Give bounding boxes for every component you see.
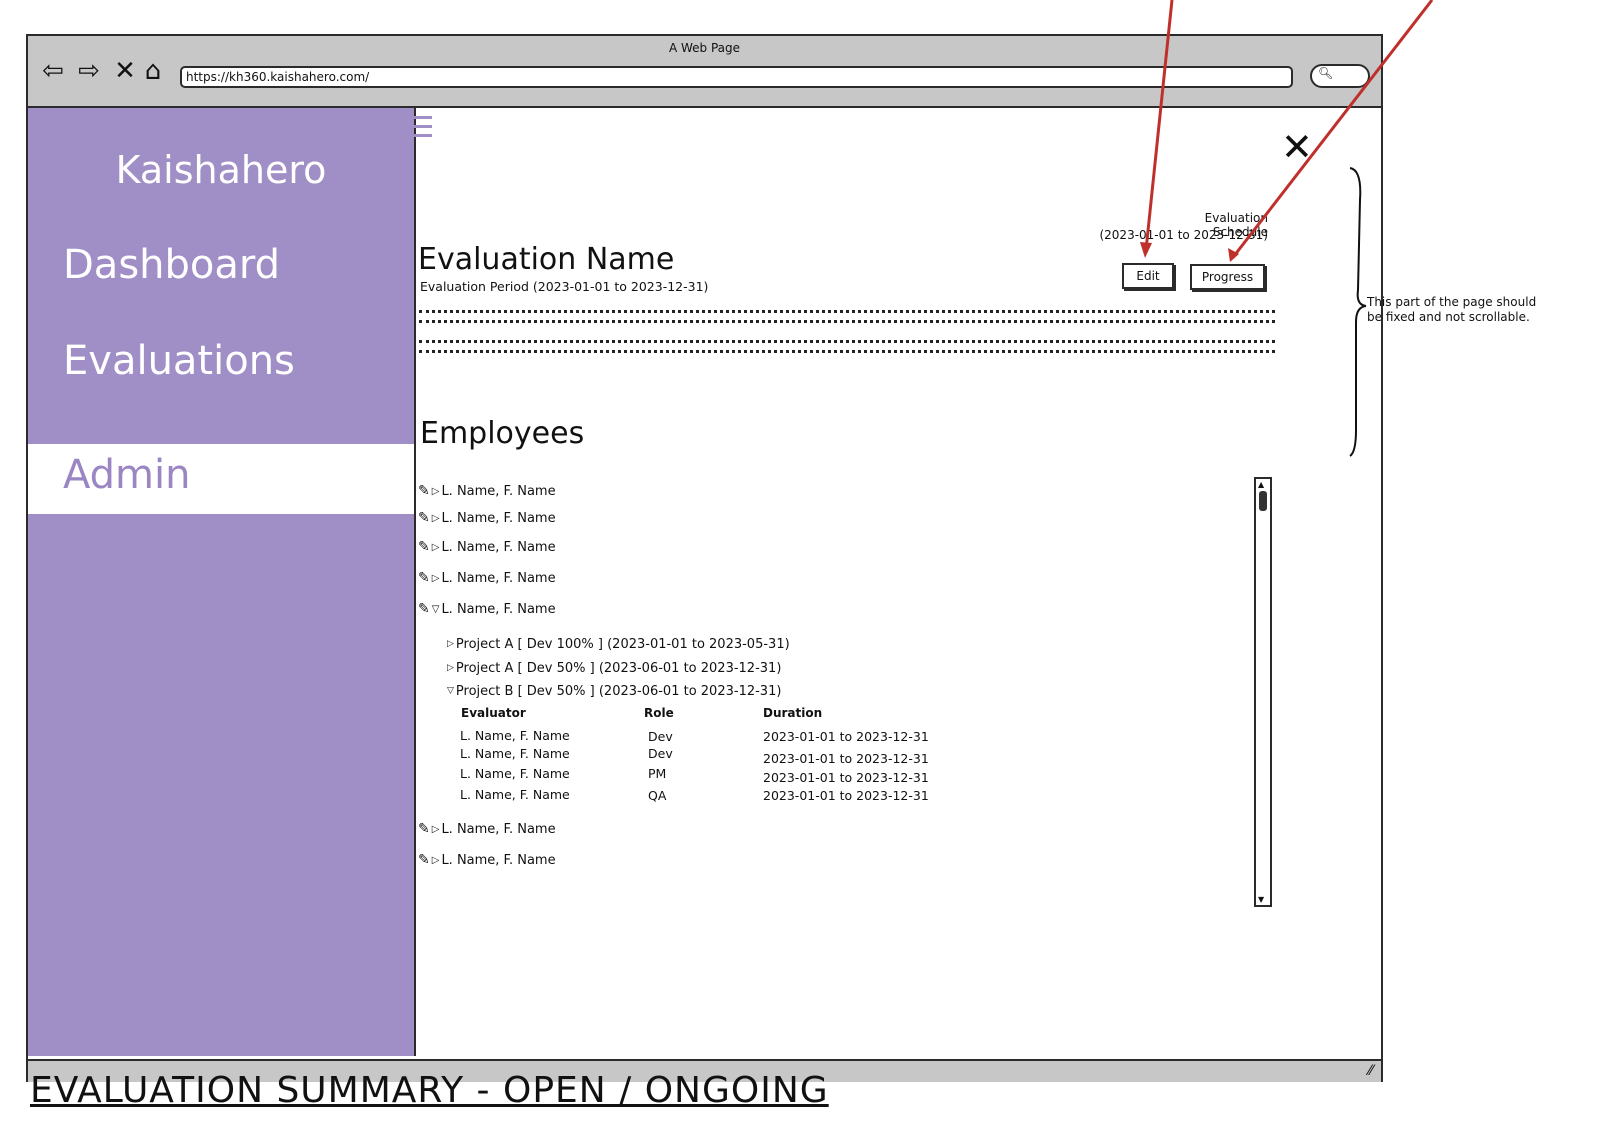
annotation-layer (1140, 0, 1434, 457)
annotation-note: This part of the page should be fixed an… (1367, 295, 1537, 324)
fixed-region-brace (1349, 167, 1367, 457)
page-caption: EVALUATION SUMMARY - OPEN / ONGOING (30, 1070, 829, 1111)
annotation-arrow (1144, 0, 1434, 257)
annotation-arrowhead (1140, 242, 1239, 262)
